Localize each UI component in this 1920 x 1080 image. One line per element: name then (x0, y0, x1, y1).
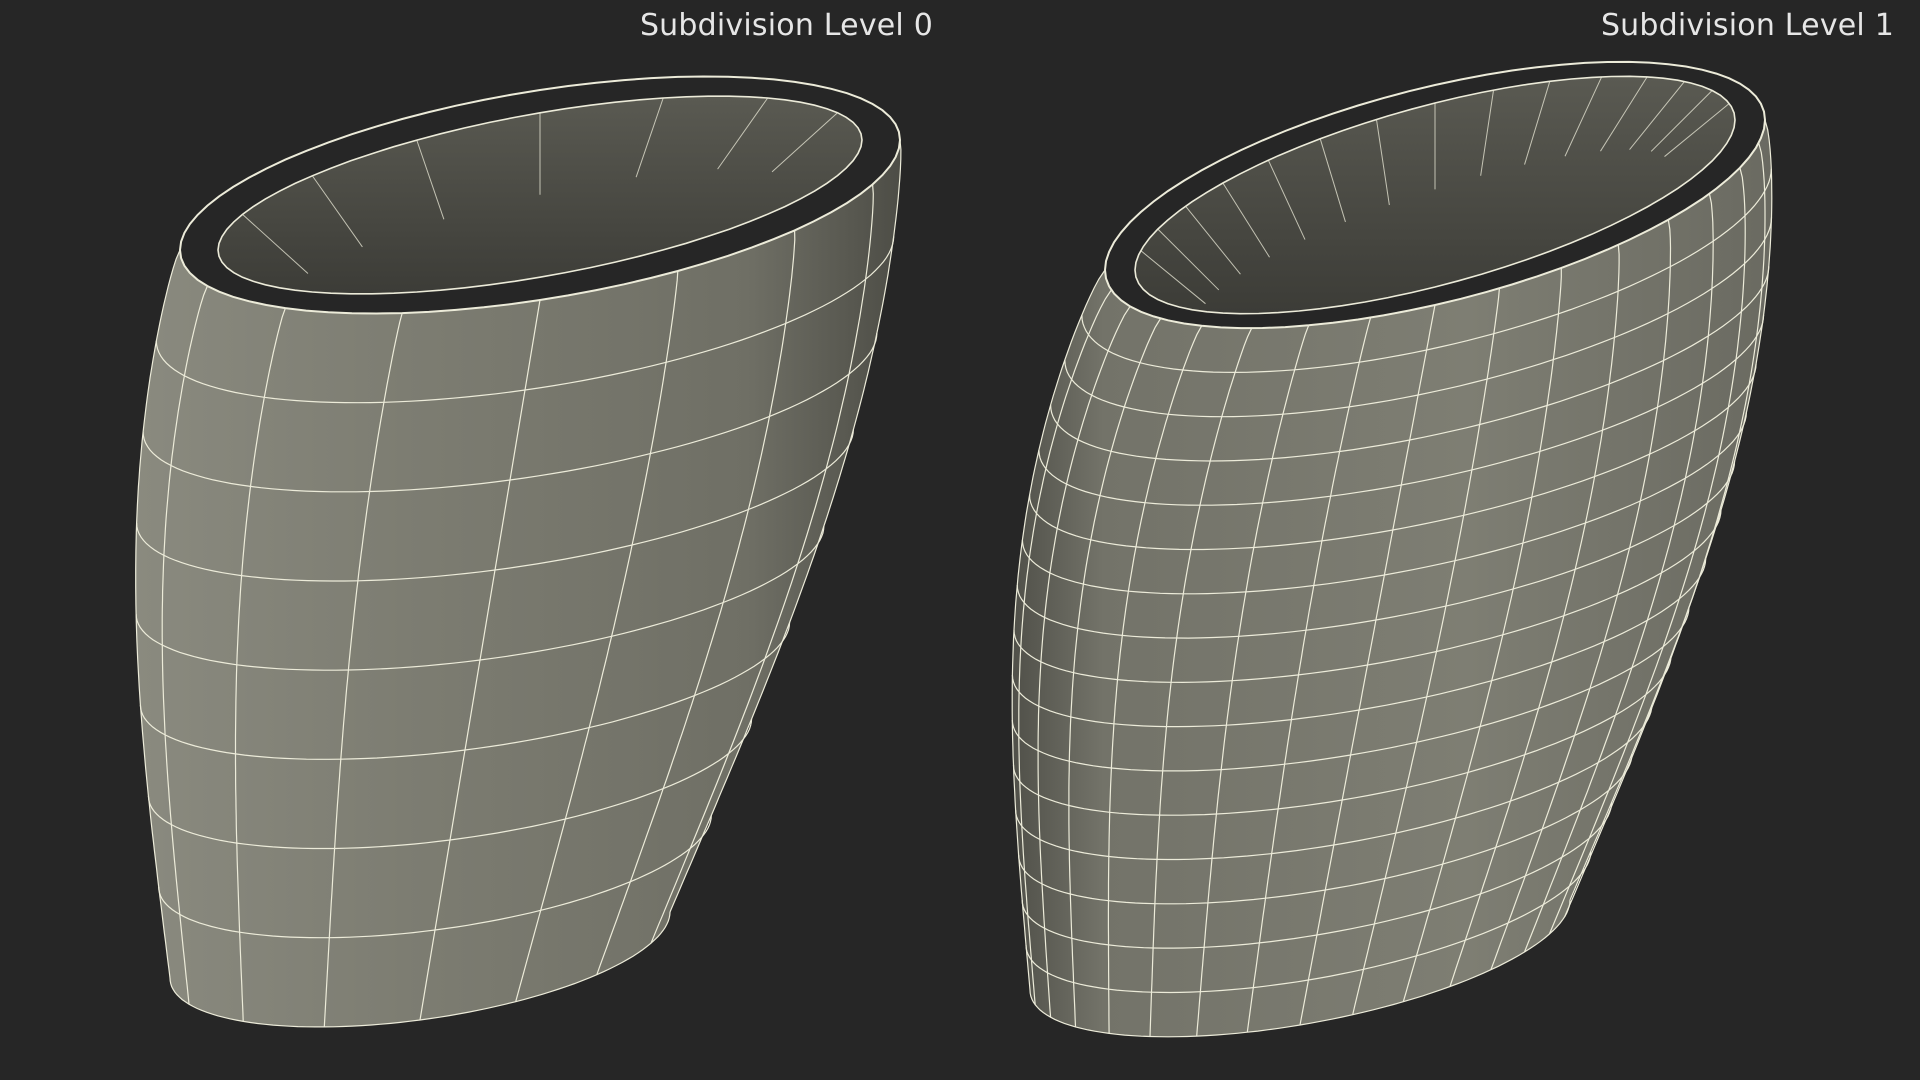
cup-subdivision-1 (1011, 60, 1773, 1038)
render-viewport: Subdivision Level 0 Subdivision Level 1 (0, 0, 1920, 1080)
cup-subdivision-0 (135, 75, 902, 1028)
wireframe-scene (135, 60, 1773, 1038)
